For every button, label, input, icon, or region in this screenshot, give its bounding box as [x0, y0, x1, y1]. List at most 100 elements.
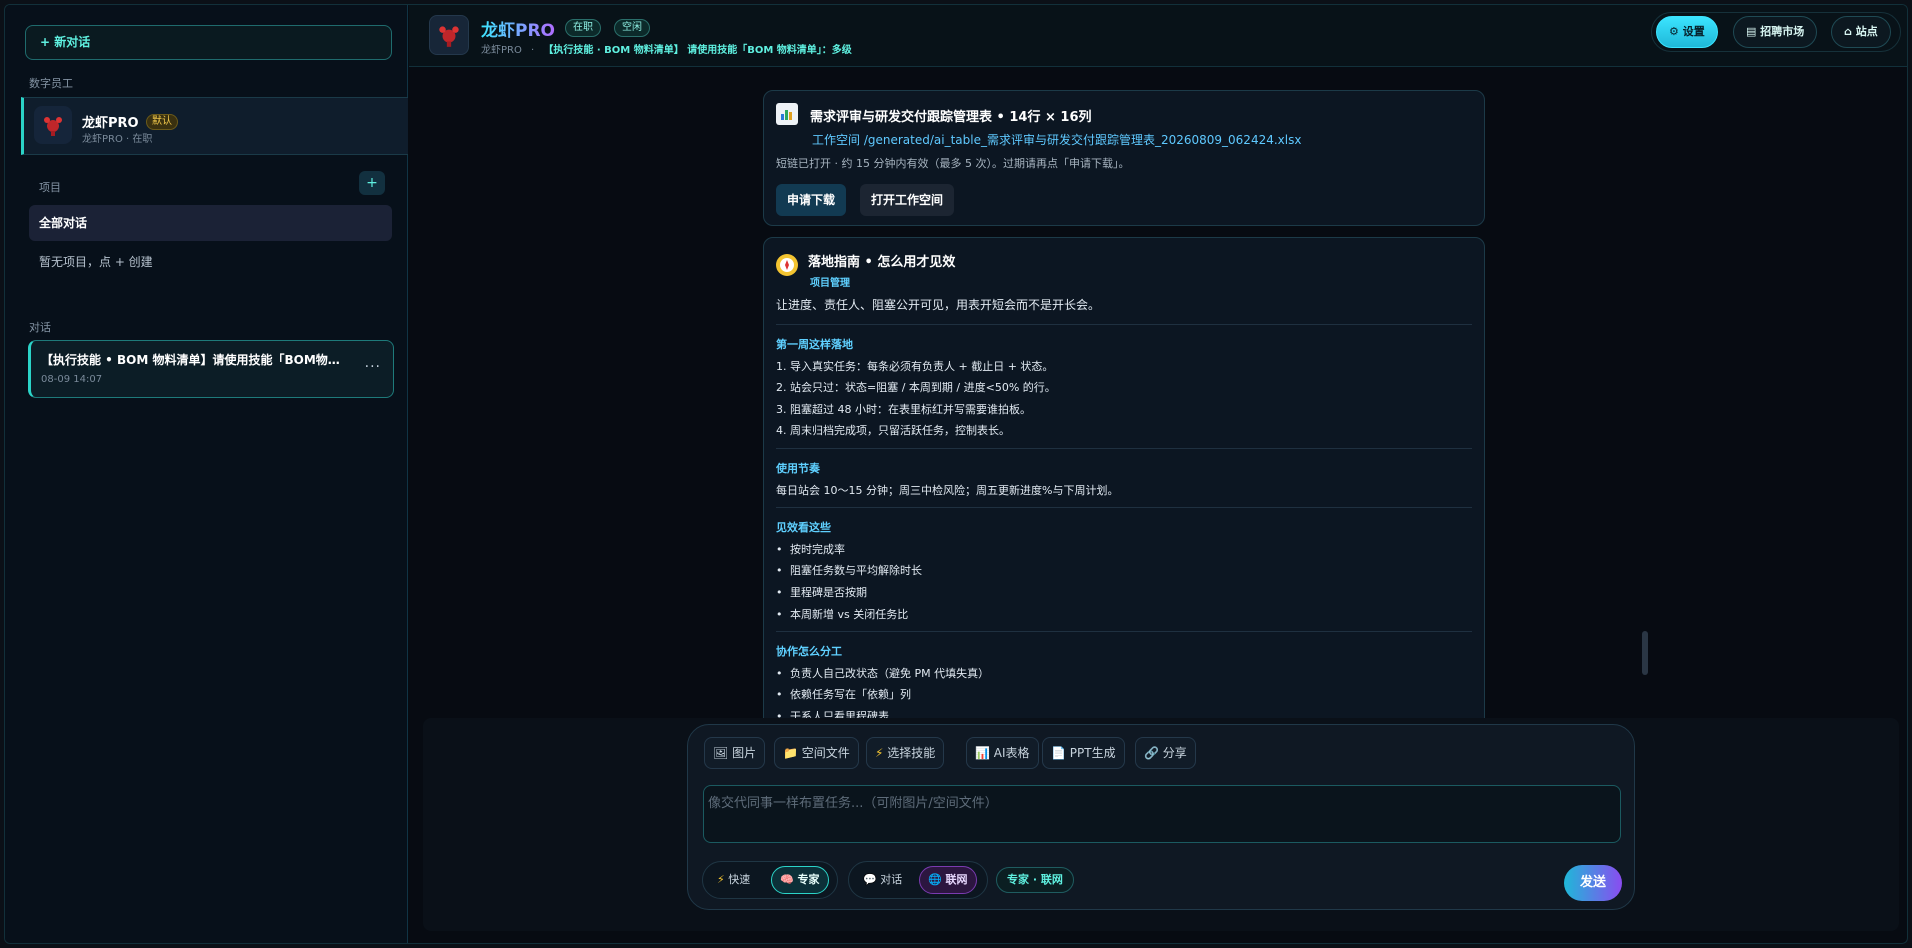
sidebar: + 新对话 数字员工 龙虾PRO 默认 龙虾PRO · 在职 项目 + 全部对话…: [5, 5, 408, 943]
image-icon: 🖼: [713, 746, 729, 760]
status-pill-idle: 空闲: [614, 19, 650, 37]
request-download-button[interactable]: 申请下载: [776, 184, 847, 216]
composer: 🖼 图片 📁 空间文件 ⚡ 选择技能 📊 AI表格 📄 PPT生成 🔗 分享 ⚡…: [687, 724, 1635, 910]
more-options-icon[interactable]: ···: [365, 359, 381, 375]
ai-table-button[interactable]: 📊 AI表格: [966, 737, 1039, 769]
file-path-link[interactable]: 工作空间 /generated/ai_table_需求评审与研发交付跟踪管理表_…: [812, 131, 1301, 148]
fast-mode-button[interactable]: ⚡ 快速: [709, 866, 758, 894]
send-button[interactable]: 发送: [1564, 865, 1622, 901]
list-item: 按时完成率: [776, 541, 845, 557]
link-icon: 🔗: [1144, 746, 1159, 760]
header-subtitle: 龙虾PRO · 【执行技能 · BOM 物料清单】 请使用技能「BOM 物料清单…: [481, 41, 852, 56]
all-chats-item[interactable]: 全部对话: [29, 205, 392, 241]
list-item: 干系人只看里程碑表: [776, 708, 889, 718]
folder-icon: 📁: [783, 746, 798, 760]
header: 龙虾PRO 在职 空闲 龙虾PRO · 【执行技能 · BOM 物料清单】 请使…: [409, 5, 1907, 67]
expert-mode-button[interactable]: 🧠 专家: [771, 866, 829, 894]
section-label-chats: 对话: [29, 321, 51, 334]
settings-label: 设置: [1682, 25, 1705, 38]
list-item: 阻塞任务数与平均解除时长: [776, 562, 922, 578]
mode-status-pill: 专家 · 联网: [996, 867, 1074, 893]
app-window: + 新对话 数字员工 龙虾PRO 默认 龙虾PRO · 在职 项目 + 全部对话…: [4, 4, 1908, 944]
staff-card[interactable]: 龙虾PRO 默认 龙虾PRO · 在职: [21, 97, 408, 155]
share-button[interactable]: 🔗 分享: [1135, 737, 1196, 769]
list-item: 4. 周末归档完成项，只留活跃任务，控制表长。: [776, 424, 1010, 437]
web-mode-button[interactable]: 🌐 联网: [919, 866, 977, 894]
brain-icon: 🧠: [780, 873, 794, 886]
expert-mode-label: 专家: [797, 873, 820, 886]
site-label: 站点: [1855, 25, 1878, 38]
lightning-icon: ⚡: [875, 746, 884, 760]
list-item: 2. 站会只过：状态=阻塞 / 本周到期 / 进度<50% 的行。: [776, 381, 1056, 394]
staff-status: 龙虾PRO · 在职: [82, 134, 153, 145]
recruit-market-label: 招聘市场: [1760, 25, 1805, 38]
divider: [776, 631, 1472, 632]
scrollbar-thumb[interactable]: [1642, 631, 1648, 675]
space-files-button[interactable]: 📁 空间文件: [774, 737, 859, 769]
default-badge: 默认: [146, 114, 178, 130]
section-heading: 使用节奏: [776, 462, 820, 475]
lightning-icon: ⚡: [717, 873, 725, 886]
ppt-label: PPT生成: [1069, 746, 1116, 760]
site-button[interactable]: ⌂ 站点: [1831, 16, 1891, 48]
conversation-title: 【执行技能 • BOM 物料清单】请使用技能「BOM物料清单」：多级: [41, 353, 351, 367]
guide-tag: 项目管理: [810, 278, 850, 289]
web-mode-label: 联网: [945, 873, 968, 886]
guide-lead: 让进度、责任人、阻塞公开可见，用表开短会而不是开长会。: [776, 298, 1101, 312]
open-workspace-button[interactable]: 打开工作空间: [860, 184, 955, 216]
document-icon: 📄: [1051, 746, 1066, 760]
list-item: 3. 阻塞超过 48 小时：在表里标红并写需要谁拍板。: [776, 403, 1031, 416]
chat-messages[interactable]: 需求评审与研发交付跟踪管理表 • 14行 × 16列 工作空间 /generat…: [409, 68, 1907, 718]
chat-mode-toggle: 💬 对话 🌐 联网: [848, 861, 988, 899]
gear-icon: ⚙: [1669, 25, 1679, 38]
staff-name: 龙虾PRO: [82, 116, 139, 131]
status-pill-online: 在职: [565, 19, 601, 37]
file-title: 需求评审与研发交付跟踪管理表 • 14行 × 16列: [810, 110, 1092, 125]
store-icon: ▤: [1746, 25, 1757, 38]
list-item: 1. 导入真实任务：每条必须有负责人 + 截止日 + 状态。: [776, 360, 1054, 373]
image-tool-button[interactable]: 🖼 图片: [704, 737, 766, 769]
header-sub-task: 【执行技能 · BOM 物料清单】 请使用技能「BOM 物料清单」：多级: [543, 45, 852, 56]
divider: [776, 448, 1472, 449]
no-project-hint: 暂无项目，点 + 创建: [39, 255, 153, 269]
spreadsheet-icon: [776, 103, 798, 125]
chat-mode-label: 对话: [880, 873, 903, 886]
header-sub-name: 龙虾PRO: [481, 45, 522, 56]
select-skill-label: 选择技能: [887, 746, 936, 760]
list-item: 依赖任务写在「依赖」列: [776, 686, 911, 702]
settings-button[interactable]: ⚙ 设置: [1656, 16, 1718, 48]
task-input[interactable]: [703, 785, 1621, 843]
chat-mode-button[interactable]: 💬 对话: [855, 866, 910, 894]
image-tool-label: 图片: [732, 746, 757, 760]
download-note: 短链已打开 · 约 15 分钟内有效（最多 5 次）。过期请再点「申请下载」。: [776, 157, 1130, 170]
section-label-project: 项目: [39, 181, 61, 194]
list-item: 负责人自己改状态（避免 PM 代填失真）: [776, 665, 989, 681]
fast-mode-label: 快速: [728, 873, 751, 886]
select-skill-button[interactable]: ⚡ 选择技能: [866, 737, 945, 769]
divider: [776, 507, 1472, 508]
ai-table-label: AI表格: [993, 746, 1030, 760]
conversation-item[interactable]: 【执行技能 • BOM 物料清单】请使用技能「BOM物料清单」：多级 08-09…: [28, 340, 394, 398]
chart-icon: 📊: [975, 746, 990, 760]
lobster-avatar-icon: [429, 15, 469, 55]
section-heading: 协作怎么分工: [776, 645, 842, 658]
globe-icon: 🌐: [928, 873, 942, 886]
speed-toggle: ⚡ 快速 🧠 专家: [702, 861, 838, 899]
home-icon: ⌂: [1844, 25, 1852, 38]
lobster-avatar-icon: [34, 106, 72, 144]
ppt-button[interactable]: 📄 PPT生成: [1042, 737, 1125, 769]
add-project-button[interactable]: +: [359, 171, 385, 195]
compass-icon: [776, 254, 798, 276]
divider: [776, 324, 1472, 325]
recruit-market-button[interactable]: ▤ 招聘市场: [1733, 16, 1818, 48]
header-sub-separator: ·: [531, 45, 535, 56]
list-item: 本周新增 vs 关闭任务比: [776, 606, 908, 622]
file-card: 需求评审与研发交付跟踪管理表 • 14行 × 16列 工作空间 /generat…: [763, 90, 1485, 226]
section-label-staff: 数字员工: [29, 77, 73, 90]
agent-title: 龙虾PRO: [481, 16, 555, 41]
guide-card: 落地指南 • 怎么用才见效 项目管理 让进度、责任人、阻塞公开可见，用表开短会而…: [763, 237, 1485, 718]
new-chat-button[interactable]: + 新对话: [25, 25, 392, 60]
conversation-time: 08-09 14:07: [41, 374, 103, 385]
rhythm-text: 每日站会 10～15 分钟；周三中检风险；周五更新进度%与下周计划。: [776, 484, 1119, 497]
guide-title: 落地指南 • 怎么用才见效: [808, 255, 956, 270]
